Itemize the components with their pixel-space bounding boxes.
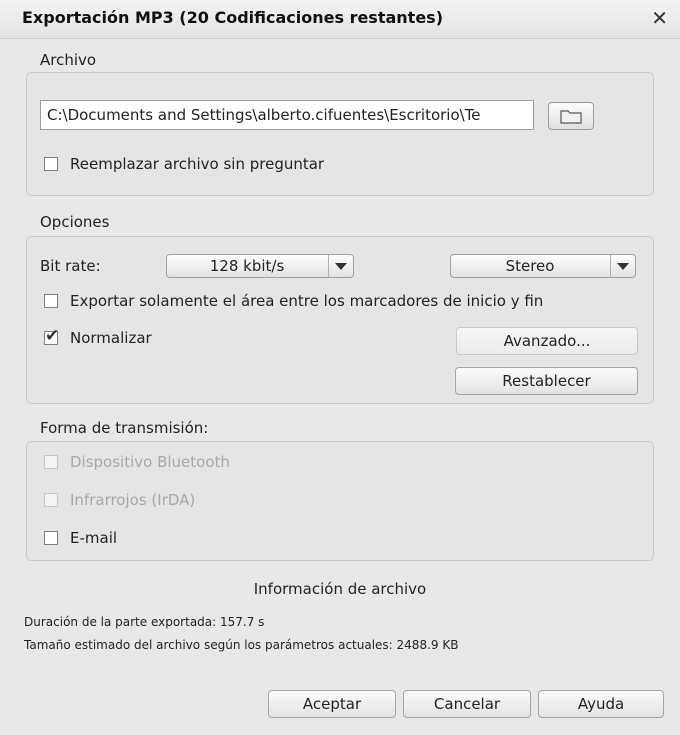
irda-checkbox	[44, 493, 58, 507]
replace-label: Reemplazar archivo sin preguntar	[70, 155, 325, 173]
help-button[interactable]: Ayuda	[538, 690, 664, 718]
duration-info: Duración de la parte exportada: 157.7 s	[24, 615, 265, 629]
folder-icon	[560, 110, 582, 124]
bitrate-label: Bit rate:	[40, 257, 101, 275]
normalize-label: Normalizar	[70, 329, 152, 347]
export-area-checkbox[interactable]	[44, 294, 58, 308]
opciones-section-label: Opciones	[40, 213, 110, 231]
reset-button[interactable]: Restablecer	[455, 367, 638, 395]
close-icon[interactable]: ✕	[651, 8, 668, 28]
bitrate-value: 128 kbit/s	[209, 257, 285, 275]
archivo-section-label: Archivo	[40, 51, 97, 69]
file-info-title: Información de archivo	[253, 580, 427, 598]
size-info: Tamaño estimado del archivo según los pa…	[24, 638, 459, 652]
channel-value: Stereo	[505, 257, 555, 275]
channel-select[interactable]: Stereo	[450, 254, 636, 278]
advanced-button[interactable]: Avanzado...	[456, 327, 638, 355]
window-title: Exportación MP3 (20 Codificaciones resta…	[22, 8, 443, 27]
chevron-down-icon	[328, 255, 353, 277]
bluetooth-label: Dispositivo Bluetooth	[70, 453, 230, 471]
transmision-section-label: Forma de transmisión:	[40, 419, 209, 437]
export-area-label: Exportar solamente el área entre los mar…	[70, 292, 544, 310]
email-checkbox[interactable]	[44, 531, 58, 545]
normalize-checkbox[interactable]: ✔	[44, 326, 59, 346]
email-label: E-mail	[70, 529, 118, 547]
browse-folder-button[interactable]	[548, 102, 594, 130]
checkmark-icon: ✔	[45, 326, 60, 346]
irda-label: Infrarrojos (IrDA)	[70, 491, 196, 509]
file-path-input[interactable]: C:\Documents and Settings\alberto.cifuen…	[40, 100, 534, 130]
archivo-group	[26, 72, 654, 196]
bitrate-select[interactable]: 128 kbit/s	[166, 254, 354, 278]
ok-button[interactable]: Aceptar	[268, 690, 396, 718]
cancel-button[interactable]: Cancelar	[403, 690, 531, 718]
replace-checkbox[interactable]	[44, 157, 58, 171]
title-bar: Exportación MP3 (20 Codificaciones resta…	[0, 0, 680, 39]
bluetooth-checkbox	[44, 455, 58, 469]
chevron-down-icon	[610, 255, 635, 277]
